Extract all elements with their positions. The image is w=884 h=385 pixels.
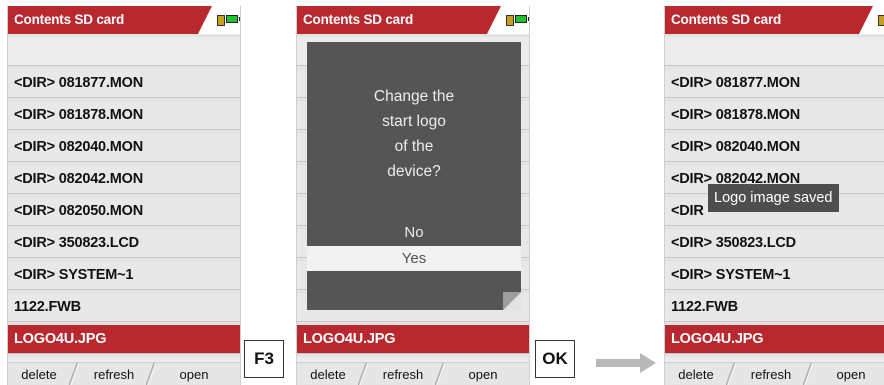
list-item[interactable] xyxy=(8,36,240,66)
open-button[interactable]: open xyxy=(453,363,513,385)
list-item[interactable]: <DIR> 081878.MON xyxy=(8,100,240,130)
list-item[interactable]: <DIR> 081878.MON xyxy=(665,100,884,130)
open-button[interactable]: open xyxy=(164,363,224,385)
list-item[interactable]: <DIR> SYSTEM~1 xyxy=(665,260,884,290)
device-screen-logo-saved: Contents SD card <DIR> 081877.MON <DIR> … xyxy=(664,6,884,385)
list-item[interactable]: <DIR> 081877.MON xyxy=(665,68,884,98)
softkey-bar: delete refresh open xyxy=(297,362,529,385)
delete-button[interactable]: delete xyxy=(16,363,62,385)
device-screen-confirm-dialog: Contents SD card LOGO4U.JPG Change the s… xyxy=(296,6,530,385)
screen-title: Contents SD card xyxy=(665,6,884,34)
list-item[interactable]: <DIR> 350823.LCD xyxy=(8,228,240,258)
softkey-divider xyxy=(69,363,79,385)
open-button[interactable]: open xyxy=(821,363,881,385)
softkey-divider xyxy=(146,363,156,385)
delete-button[interactable]: delete xyxy=(305,363,351,385)
softkey-bar: delete refresh open xyxy=(665,362,884,385)
softkey-bar: delete refresh open xyxy=(8,362,240,385)
list-item[interactable]: <DIR> 081877.MON xyxy=(8,68,240,98)
dialog-question-line: device? xyxy=(387,163,441,180)
dialog-option-yes[interactable]: Yes xyxy=(307,246,521,271)
list-item[interactable]: <DIR> 350823.LCD xyxy=(665,228,884,258)
ok-key[interactable]: OK xyxy=(535,340,575,378)
dialog-question-line: Change the xyxy=(373,88,455,105)
sd-card-icon xyxy=(506,15,514,26)
list-item-selected[interactable]: LOGO4U.JPG xyxy=(297,324,529,354)
softkey-divider xyxy=(726,363,736,385)
list-item[interactable] xyxy=(665,36,884,66)
list-item[interactable]: <DIR> SYSTEM~1 xyxy=(8,260,240,290)
list-item-selected[interactable]: LOGO4U.JPG xyxy=(665,324,884,354)
device-screen-file-list: Contents SD card <DIR> 081877.MON <DIR> … xyxy=(7,6,241,385)
confirm-dialog: Change the start logo of the device? No … xyxy=(307,42,521,310)
list-item[interactable]: <DIR> 082050.MON xyxy=(8,196,240,226)
delete-button[interactable]: delete xyxy=(673,363,719,385)
list-item[interactable]: <DIR> 082040.MON xyxy=(8,132,240,162)
sd-card-icon xyxy=(878,15,884,26)
file-list: <DIR> 081877.MON <DIR> 081878.MON <DIR> … xyxy=(8,34,240,385)
list-item-selected[interactable]: LOGO4U.JPG xyxy=(8,324,240,354)
dialog-question: Change the start logo of the device? xyxy=(307,84,521,184)
refresh-button[interactable]: refresh xyxy=(84,363,144,385)
refresh-button[interactable]: refresh xyxy=(373,363,433,385)
dialog-question-line: of the xyxy=(394,138,434,155)
softkey-divider xyxy=(803,363,813,385)
battery-icon xyxy=(515,15,529,23)
battery-icon xyxy=(226,15,240,23)
list-item[interactable]: 1122.FWB xyxy=(8,292,240,322)
softkey-divider xyxy=(435,363,445,385)
dialog-question-line: start logo xyxy=(382,113,446,130)
list-item[interactable]: <DIR> 082042.MON xyxy=(8,164,240,194)
sd-card-icon xyxy=(217,15,225,26)
toast-message: Logo image saved xyxy=(708,184,839,212)
right-arrow-icon xyxy=(596,353,656,373)
f3-key[interactable]: F3 xyxy=(244,340,284,378)
dialog-option-no[interactable]: No xyxy=(307,223,521,243)
list-item[interactable]: <DIR> 082040.MON xyxy=(665,132,884,162)
refresh-button[interactable]: refresh xyxy=(741,363,801,385)
list-item[interactable]: 1122.FWB xyxy=(665,292,884,322)
softkey-divider xyxy=(358,363,368,385)
